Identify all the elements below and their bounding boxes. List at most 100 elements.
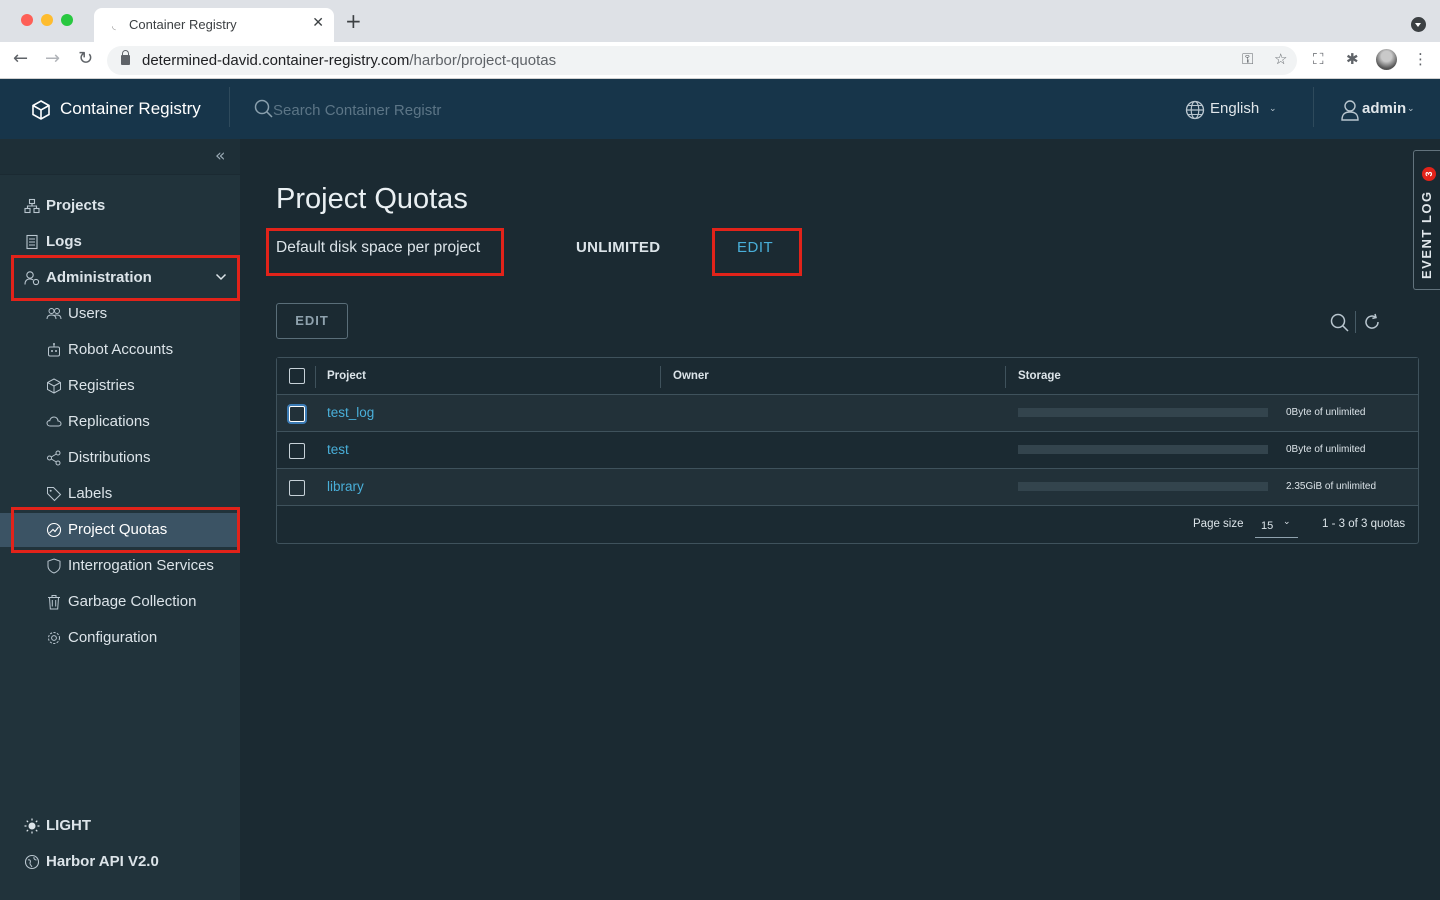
administration-icon xyxy=(24,271,40,286)
profile-avatar[interactable] xyxy=(1376,49,1397,70)
trash-icon xyxy=(48,595,60,610)
column-header-owner[interactable]: Owner xyxy=(673,370,709,382)
search-icon xyxy=(254,99,273,118)
url-host: determined-david.container-registry.com xyxy=(142,52,410,69)
sidebar-item-label: Registries xyxy=(68,377,135,394)
pagination-count: 1 - 3 of 3 quotas xyxy=(1322,518,1406,530)
sidebar-item-label: Garbage Collection xyxy=(68,593,197,610)
event-count-badge: 3 xyxy=(1422,167,1436,181)
back-arrow-icon[interactable]: ← xyxy=(13,49,28,69)
page-size-label: Page size xyxy=(1193,518,1244,530)
username: admin xyxy=(1362,100,1407,117)
sidebar-item-project-quotas[interactable]: Project Quotas xyxy=(0,513,240,547)
distributions-icon xyxy=(47,450,61,466)
storage-usage-text: 0Byte of unlimited xyxy=(1286,444,1366,455)
sun-icon xyxy=(24,818,40,834)
sidebar-item-robot-accounts[interactable]: Robot Accounts xyxy=(0,333,240,367)
brand-name[interactable]: Container Registry xyxy=(60,99,201,119)
column-header-storage[interactable]: Storage xyxy=(1018,370,1061,382)
registry-logo-icon xyxy=(32,100,50,120)
minimize-window-button[interactable] xyxy=(41,14,53,26)
table-footer: Page size 15 ⌄ 1 - 3 of 3 quotas xyxy=(277,506,1418,543)
select-all-checkbox[interactable] xyxy=(289,368,305,384)
event-log-tab[interactable]: 3 EVENT LOG xyxy=(1413,150,1440,290)
bookmark-star-icon[interactable]: ☆ xyxy=(1274,50,1287,68)
tab-search-icon[interactable] xyxy=(1411,17,1426,32)
globe-icon xyxy=(1185,100,1205,120)
table-row: test 0Byte of unlimited xyxy=(277,432,1418,469)
browser-menu-icon[interactable]: ⋮ xyxy=(1413,50,1428,68)
users-icon xyxy=(46,308,62,320)
sidebar-item-registries[interactable]: Registries xyxy=(0,369,240,403)
browser-tab[interactable]: ◟ Container Registry ✕ xyxy=(94,8,334,42)
url-text: determined-david.container-registry.com/… xyxy=(142,52,556,69)
storage-progress-bar xyxy=(1018,408,1268,417)
sidebar-item-distributions[interactable]: Distributions xyxy=(0,441,240,475)
storage-progress-bar xyxy=(1018,445,1268,454)
storage-usage-text: 0Byte of unlimited xyxy=(1286,407,1366,418)
sidebar-item-label: Robot Accounts xyxy=(68,341,174,358)
storage-progress-bar xyxy=(1018,482,1268,491)
column-header-project[interactable]: Project xyxy=(327,370,366,382)
column-divider[interactable] xyxy=(660,366,661,388)
storage-usage-text: 2.35GiB of unlimited xyxy=(1286,481,1377,492)
sidebar-item-labels[interactable]: Labels xyxy=(0,477,240,511)
sidebar-item-users[interactable]: Users xyxy=(0,297,240,331)
column-divider xyxy=(315,366,316,388)
url-field[interactable]: determined-david.container-registry.com/… xyxy=(107,46,1297,75)
project-link[interactable]: library xyxy=(327,479,364,494)
reload-icon[interactable]: ↻ xyxy=(78,49,93,69)
sidebar-item-label: Project Quotas xyxy=(68,521,168,538)
global-search-input[interactable] xyxy=(273,99,513,121)
table-row: library 2.35GiB of unlimited xyxy=(277,469,1418,506)
row-checkbox[interactable] xyxy=(289,406,305,422)
maximize-window-button[interactable] xyxy=(61,14,73,26)
sidebar-item-replications[interactable]: Replications xyxy=(0,405,240,439)
sidebar-item-label: Distributions xyxy=(68,449,151,466)
sidebar-item-administration[interactable]: Administration xyxy=(0,261,240,295)
page-size-select[interactable]: 15 ⌄ xyxy=(1255,514,1298,538)
row-checkbox[interactable] xyxy=(289,480,305,496)
table-header: Project Owner Storage xyxy=(277,358,1418,395)
search-icon[interactable] xyxy=(1330,313,1350,333)
table-row: test_log 0Byte of unlimited xyxy=(277,395,1418,432)
api-globe-icon xyxy=(24,854,40,870)
project-link[interactable]: test_log xyxy=(327,405,374,420)
event-log-label: EVENT LOG xyxy=(1419,190,1434,279)
sidebar-item-garbage-collection[interactable]: Garbage Collection xyxy=(0,585,240,619)
sidebar-item-label: Replications xyxy=(68,413,150,430)
project-link[interactable]: test xyxy=(327,442,349,457)
screenshot-icon[interactable]: ⛶ xyxy=(1313,50,1324,68)
sidebar-item-logs[interactable]: Logs xyxy=(0,225,240,259)
sidebar-item-interrogation-services[interactable]: Interrogation Services xyxy=(0,549,240,583)
key-icon[interactable]: ⚿ xyxy=(1242,50,1253,68)
app-header: Container Registry English ⌄ admin ⌄ xyxy=(0,79,1440,139)
edit-quota-button[interactable]: EDIT xyxy=(276,303,348,339)
page-title: Project Quotas xyxy=(276,183,468,215)
forward-arrow-icon[interactable]: → xyxy=(45,49,60,69)
edit-default-quota-link[interactable]: EDIT xyxy=(737,239,773,256)
harbor-api-link[interactable]: Harbor API V2.0 xyxy=(0,845,240,879)
user-icon xyxy=(1341,100,1359,121)
sidebar-item-label: Projects xyxy=(46,197,106,214)
column-divider[interactable] xyxy=(1005,366,1006,388)
chevron-down-icon xyxy=(215,273,227,281)
new-tab-icon[interactable]: + xyxy=(345,11,362,31)
extensions-icon[interactable]: ✱ xyxy=(1346,50,1359,68)
row-checkbox[interactable] xyxy=(289,443,305,459)
quotas-icon xyxy=(46,522,62,538)
sidebar-item-configuration[interactable]: Configuration xyxy=(0,621,240,655)
sidebar-collapse-bar: « xyxy=(0,139,240,175)
sidebar-item-projects[interactable]: Projects xyxy=(0,189,240,223)
harbor-api-label: Harbor API V2.0 xyxy=(46,853,159,870)
collapse-sidebar-icon[interactable]: « xyxy=(215,146,225,166)
chevron-down-icon: ⌄ xyxy=(1283,517,1291,527)
default-quota-value: UNLIMITED xyxy=(576,239,661,256)
loading-favicon-icon: ◟ xyxy=(112,21,116,32)
browser-tab-strip: ◟ Container Registry ✕ + xyxy=(0,0,1440,42)
refresh-icon[interactable] xyxy=(1363,313,1381,331)
close-window-button[interactable] xyxy=(21,14,33,26)
theme-toggle[interactable]: LIGHT xyxy=(0,809,240,843)
close-tab-icon[interactable]: ✕ xyxy=(312,15,324,31)
replications-icon xyxy=(46,416,62,427)
